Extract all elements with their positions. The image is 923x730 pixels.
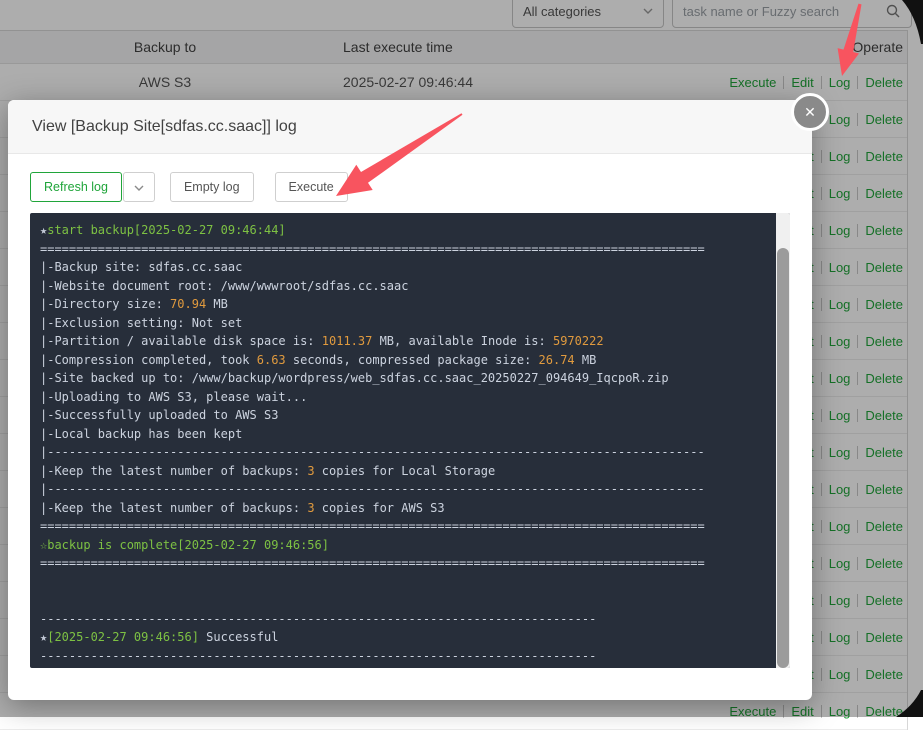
- log-terminal: ★start backup[2025-02-27 09:46:44]======…: [30, 213, 790, 668]
- log-line: |-Uploading to AWS S3, please wait...: [40, 388, 766, 407]
- log-line: |-Keep the latest number of backups: 3 c…: [40, 499, 766, 518]
- log-line: |-Exclusion setting: Not set: [40, 314, 766, 333]
- modal-header: View [Backup Site[sdfas.cc.saac]] log: [8, 100, 812, 154]
- log-line: ========================================…: [40, 517, 766, 536]
- log-line: |---------------------------------------…: [40, 480, 766, 499]
- view-log-modal: View [Backup Site[sdfas.cc.saac]] log ✕ …: [8, 100, 812, 700]
- terminal-log: ★start backup[2025-02-27 09:46:44]======…: [30, 213, 790, 668]
- log-line: ----------------------------------------…: [40, 610, 766, 629]
- close-icon: ✕: [804, 105, 816, 119]
- log-line: |-Local backup has been kept: [40, 425, 766, 444]
- log-line: ☆backup is complete[2025-02-27 09:46:56]: [40, 536, 766, 555]
- log-line: [40, 591, 766, 610]
- log-line: |-Partition / available disk space is: 1…: [40, 332, 766, 351]
- log-line: |-Compression completed, took 6.63 secon…: [40, 351, 766, 370]
- log-line: [40, 573, 766, 592]
- refresh-log-button[interactable]: Refresh log: [30, 172, 122, 202]
- close-button[interactable]: ✕: [791, 93, 829, 131]
- modal-title: View [Backup Site[sdfas.cc.saac]] log: [32, 118, 297, 136]
- terminal-scrollbar-thumb[interactable]: [777, 248, 789, 668]
- log-line: |-Directory size: 70.94 MB: [40, 295, 766, 314]
- log-line: |---------------------------------------…: [40, 443, 766, 462]
- execute-button[interactable]: Execute: [275, 172, 348, 202]
- empty-log-button[interactable]: Empty log: [170, 172, 254, 202]
- log-line: ========================================…: [40, 240, 766, 259]
- refresh-dropdown-button[interactable]: [123, 172, 155, 202]
- log-line: ★[2025-02-27 09:46:56] Successful: [40, 628, 766, 647]
- log-toolbar: Refresh log Empty log Execute: [30, 172, 790, 202]
- log-line: |-Backup site: sdfas.cc.saac: [40, 258, 766, 277]
- log-line: |-Successfully uploaded to AWS S3: [40, 406, 766, 425]
- modal-body: Refresh log Empty log Execute ★start bac…: [8, 154, 812, 668]
- terminal-scrollbar-track[interactable]: [776, 213, 790, 668]
- log-line: ★start backup[2025-02-27 09:46:44]: [40, 221, 766, 240]
- log-line: |-Site backed up to: /www/backup/wordpre…: [40, 369, 766, 388]
- log-line: |-Website document root: /www/wwwroot/sd…: [40, 277, 766, 296]
- log-line: ========================================…: [40, 554, 766, 573]
- log-line: ----------------------------------------…: [40, 647, 766, 666]
- log-line: |-Keep the latest number of backups: 3 c…: [40, 462, 766, 481]
- chevron-down-icon: [134, 180, 144, 194]
